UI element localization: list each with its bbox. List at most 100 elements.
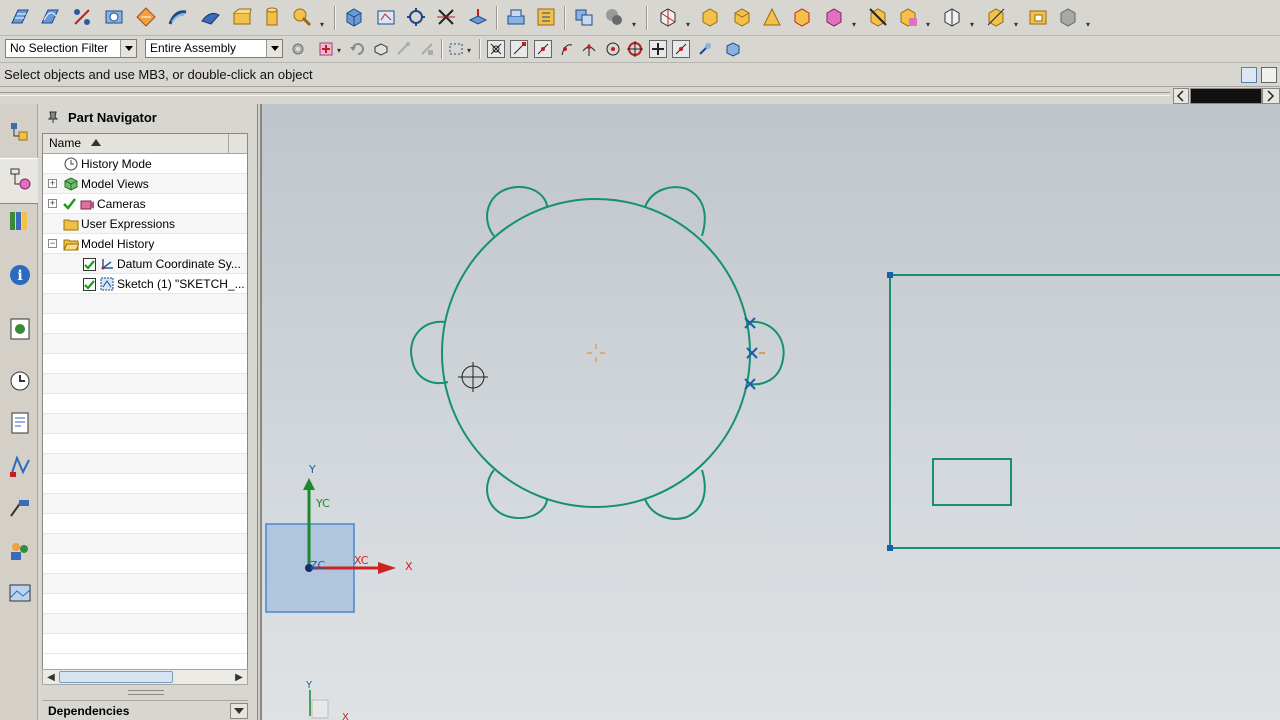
section-icon[interactable] [1026,5,1050,29]
sweep-icon[interactable] [166,5,190,29]
checkbox-icon[interactable] [83,258,96,271]
tree-row-model-views[interactable]: + Model Views [43,174,247,194]
scroll-thumb[interactable] [59,671,173,683]
layer-icon[interactable] [572,5,596,29]
select-feature-icon[interactable] [317,40,335,58]
box-view-icon[interactable] [342,5,366,29]
display-icon[interactable] [602,5,626,29]
name-column-header[interactable]: Name [43,134,229,153]
block-icon[interactable] [230,5,254,29]
snap-settings-icon[interactable] [696,40,714,58]
roles-icon[interactable] [5,536,35,566]
trim-icon[interactable] [434,5,458,29]
chevron-down-icon[interactable]: ▾ [1014,20,1018,29]
shade-icon[interactable] [822,5,846,29]
sketch-circle[interactable] [441,198,751,508]
scroll-track[interactable] [1190,88,1262,104]
view-icon[interactable] [102,5,126,29]
sketch-small-rectangle[interactable] [932,458,1012,506]
assembly-icon[interactable] [290,5,314,29]
corner-point[interactable] [887,272,893,278]
expand-icon[interactable]: + [48,179,57,188]
chevron-down-icon[interactable]: ▾ [970,20,974,29]
chevron-down-icon[interactable]: ▾ [852,20,856,29]
sketch-arc-lobe[interactable] [486,469,548,520]
select-edge-icon[interactable] [394,40,412,58]
chevron-down-icon[interactable]: ▾ [320,20,324,29]
end-point-icon[interactable] [510,40,528,58]
expand-icon[interactable]: + [48,199,57,208]
tree-row-sketch[interactable]: Sketch (1) "SKETCH_... [43,274,247,294]
endpoint-marker[interactable] [746,347,758,359]
point-on-curve-icon[interactable] [672,40,690,58]
hide-icon[interactable] [896,5,920,29]
selection-filter-select[interactable]: No Selection Filter [5,39,137,58]
graphics-window[interactable]: Y YC X XC ZC Y X [260,104,1280,720]
system-scenes-icon[interactable] [5,578,35,608]
chevron-down-icon[interactable]: ▾ [926,20,930,29]
show-icon[interactable] [940,5,964,29]
mid-point-icon[interactable] [534,40,552,58]
arc-center-icon[interactable] [604,40,622,58]
y-axis-arrow[interactable] [303,478,315,490]
offset-icon[interactable] [504,5,528,29]
checkbox-icon[interactable] [83,278,96,291]
pattern-icon[interactable] [534,5,558,29]
chevron-down-icon[interactable] [120,40,136,57]
part-navigator-icon[interactable] [5,164,35,194]
orient-view-icon[interactable] [656,5,680,29]
control-point-icon[interactable] [558,40,576,58]
sketch-arc-lobe[interactable] [644,469,706,520]
scroll-right-icon[interactable]: ▶ [232,670,246,684]
sketch-canvas[interactable]: Y YC X XC ZC Y X [262,104,1280,720]
collapse-icon[interactable]: − [48,239,57,248]
isometric-view-icon[interactable] [374,5,398,29]
selection-bar-icon[interactable] [1241,67,1257,83]
check-icon[interactable] [63,197,76,210]
scroll-right-button[interactable] [1262,88,1280,104]
restore-icon[interactable] [1261,67,1277,83]
panel-splitter[interactable] [128,690,164,695]
select-face-icon[interactable] [418,40,436,58]
gear-icon[interactable] [289,40,307,58]
chevron-down-icon[interactable]: ▾ [337,46,341,55]
snap-point-icon[interactable] [487,40,505,58]
cube-view-icon[interactable] [724,40,742,58]
sketch-icon[interactable] [8,5,32,29]
tree-horizontal-scrollbar[interactable]: ◀ ▶ [42,669,248,685]
scope-select[interactable]: Entire Assembly [145,39,283,58]
cylinder-icon[interactable] [260,5,284,29]
tree-row-cameras[interactable]: + Cameras [43,194,247,214]
wireframe-icon[interactable] [866,5,890,29]
select-body-icon[interactable] [372,40,390,58]
measure-icon[interactable] [404,5,428,29]
web-browser-icon[interactable] [5,314,35,344]
chevron-down-icon[interactable] [266,40,282,57]
chevron-down-icon[interactable]: ▾ [686,20,690,29]
extend-icon[interactable] [466,5,490,29]
render-icon[interactable] [1056,5,1080,29]
tree-row-datum-csys[interactable]: Datum Coordinate Sy... [43,254,247,274]
quadrant-icon[interactable] [626,40,644,58]
scroll-left-button[interactable] [1173,88,1189,104]
pin-icon[interactable] [46,110,60,124]
scroll-left-icon[interactable]: ◀ [44,670,58,684]
undo-icon[interactable] [348,40,366,58]
sketch-arc-lobe[interactable] [486,185,548,237]
sketch-curve-icon[interactable] [38,5,62,29]
corner-point[interactable] [887,545,893,551]
reuse-library-icon[interactable] [5,206,35,236]
chevron-down-icon[interactable]: ▾ [1086,20,1090,29]
history-icon[interactable] [5,366,35,396]
tree-row-model-history[interactable]: − Model History [43,234,247,254]
pan-icon[interactable] [760,5,784,29]
rectangle-select-icon[interactable] [447,40,465,58]
sketch-geometry[interactable] [410,185,1280,549]
chevron-down-icon[interactable] [230,703,248,719]
feature-icon[interactable] [134,5,158,29]
sketch-arc-lobe[interactable] [644,186,706,237]
chevron-down-icon[interactable]: ▾ [632,20,636,29]
circle-center-mark[interactable] [587,344,605,362]
edit-icon[interactable] [198,5,222,29]
rotate-icon[interactable] [790,5,814,29]
